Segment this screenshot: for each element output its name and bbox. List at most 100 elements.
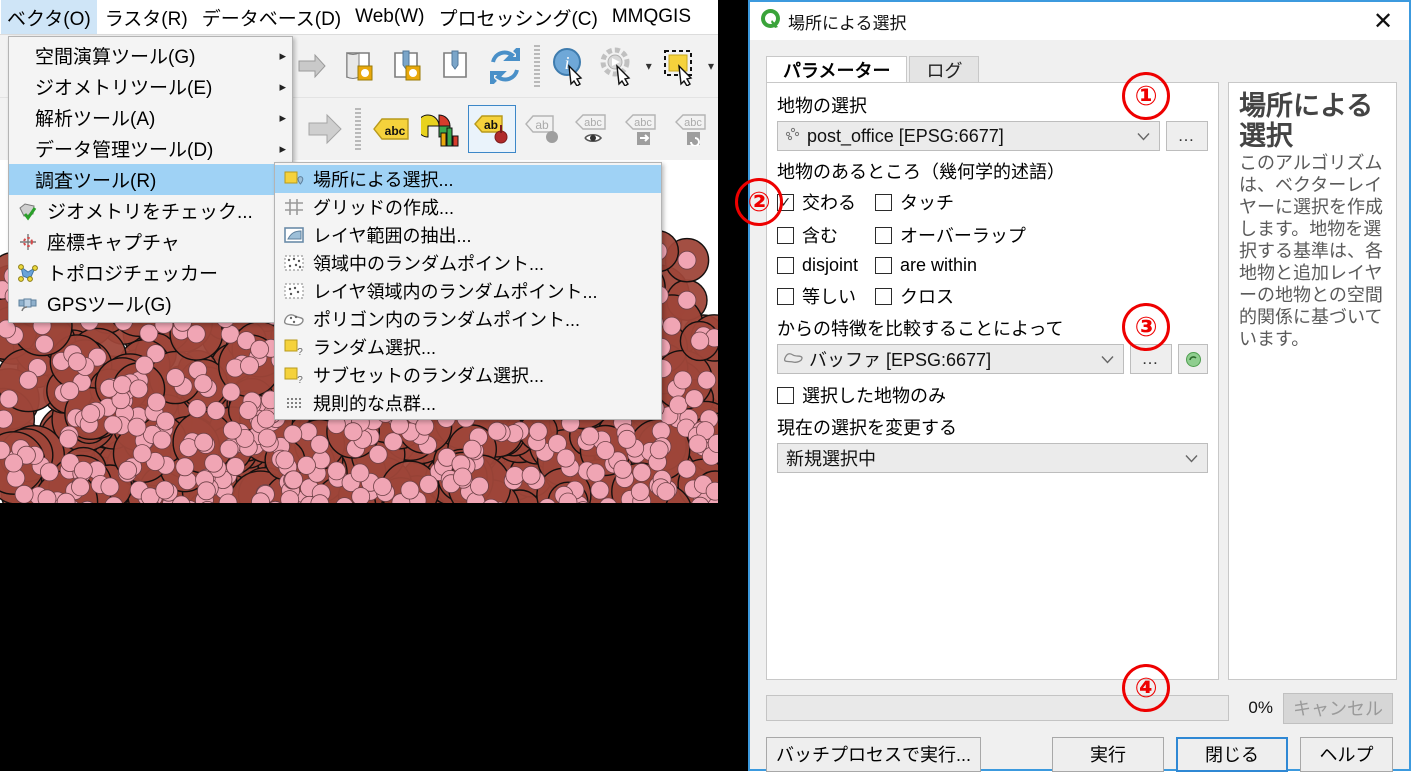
new-geopackage-layer-icon[interactable] — [386, 43, 430, 89]
menu-item-geometry-tools[interactable]: ジオメトリツール(E) ▸ — [9, 71, 292, 102]
select-by-location-icon — [281, 168, 307, 190]
submenu-item-regular-points[interactable]: 規則的な点群... — [275, 389, 661, 417]
random-selection-subset-icon: ? — [281, 364, 307, 386]
new-shapefile-layer-icon[interactable] — [338, 43, 382, 89]
menu-item-label: GPSツール(G) — [47, 295, 172, 316]
menu-item-research-tools[interactable]: 調査ツール(R) ▸ — [9, 164, 292, 195]
menu-item-analysis-tools[interactable]: 解析ツール(A) ▸ — [9, 102, 292, 133]
layer-labeling-icon[interactable]: abc — [368, 106, 414, 152]
menu-database[interactable]: データベース(D) — [196, 0, 347, 35]
coordinate-capture-icon — [15, 231, 41, 253]
submenu-item-random-points-in-extent[interactable]: 領域中のランダムポイント... — [275, 249, 661, 277]
tab-parameters[interactable]: パラメーター — [766, 56, 908, 83]
menu-raster[interactable]: ラスタ(R) — [99, 0, 194, 35]
selected-features-only-label: 選択した地物のみ — [802, 386, 946, 406]
predicate-label-text: disjoint — [802, 255, 859, 275]
submenu-item-random-selection-subset[interactable]: ? サブセットのランダム選択... — [275, 361, 661, 389]
predicate-cross[interactable]: クロス — [875, 283, 1208, 309]
selected-features-only-checkbox[interactable]: 選択した地物のみ — [777, 382, 1208, 408]
annotation-2: ② — [735, 178, 783, 226]
checkbox-icon — [875, 257, 892, 274]
intersect-layer-combo[interactable]: バッファ [EPSG:6677] — [777, 344, 1124, 374]
close-button[interactable]: 閉じる — [1176, 736, 1288, 772]
move-label-icon[interactable]: abc — [620, 106, 666, 152]
run-as-batch-process-button[interactable]: バッチプロセスで実行... — [766, 736, 981, 772]
menu-item-geoprocessing[interactable]: 空間演算ツール(G) ▸ — [9, 40, 292, 71]
predicate-label-text: オーバーラップ — [900, 226, 1026, 246]
label-toolbar-grip[interactable] — [354, 108, 362, 150]
run-feature-action-icon[interactable] — [596, 43, 640, 89]
menu-web[interactable]: Web(W) — [349, 2, 430, 32]
submenu-item-extract-layer-extent[interactable]: レイヤ範囲の抽出... — [275, 221, 661, 249]
menu-item-check-geometry[interactable]: ジオメトリをチェック... — [9, 195, 292, 226]
close-icon[interactable]: ✕ — [1357, 2, 1409, 40]
run-button[interactable]: 実行 — [1052, 736, 1164, 772]
help-button[interactable]: ヘルプ — [1300, 736, 1393, 772]
predicate-overlap[interactable]: オーバーラップ — [875, 222, 1208, 248]
highlight-pinned-labels-icon[interactable]: ab — [520, 106, 566, 152]
input-layer-combo[interactable]: post_office [EPSG:6677] — [777, 121, 1160, 151]
submenu-item-random-selection[interactable]: ? ランダム選択... — [275, 333, 661, 361]
new-spatialite-layer-icon[interactable] — [434, 43, 478, 89]
predicate-disjoint[interactable]: disjoint — [777, 255, 875, 276]
submenu-arrow-icon: ▸ — [279, 109, 286, 125]
cancel-button[interactable]: キャンセル — [1283, 692, 1393, 724]
regular-points-icon — [281, 392, 307, 414]
toolbar-grip[interactable] — [533, 45, 541, 87]
submenu-arrow-icon: ▸ — [279, 78, 286, 94]
predicate-intersect[interactable]: ✓ 交わる — [777, 189, 875, 215]
random-selection-icon: ? — [281, 336, 307, 358]
dialog-body: パラメーター ログ 地物の選択 post_office [EPSG:6677] — [750, 40, 1409, 772]
menu-item-label: 調査ツール(R) — [35, 171, 157, 192]
random-points-in-extent-icon — [281, 252, 307, 274]
submenu-item-select-by-location[interactable]: 場所による選択... — [275, 165, 661, 193]
checkbox-icon — [777, 287, 794, 305]
menu-item-topology-checker[interactable]: トポロジチェッカー — [9, 257, 292, 288]
predicate-are-within[interactable]: are within — [875, 255, 1208, 276]
svg-text:?: ? — [297, 347, 303, 357]
toolbar-arrow-icon[interactable] — [290, 43, 334, 89]
menu-mmqgis[interactable]: MMQGIS — [606, 2, 697, 32]
checkbox-icon — [777, 257, 794, 274]
dialog-title-bar[interactable]: 場所による選択 ✕ — [750, 2, 1409, 40]
submenu-item-create-grid[interactable]: グリッドの作成... — [275, 193, 661, 221]
rotate-label-icon[interactable]: abc — [670, 106, 716, 152]
dialog-title: 場所による選択 — [788, 13, 907, 33]
checkbox-icon — [777, 386, 794, 404]
menu-item-label: ジオメトリをチェック... — [47, 202, 253, 223]
action-dropdown-arrow-icon[interactable]: ▾ — [646, 59, 652, 73]
iterate-over-features-icon[interactable] — [1178, 344, 1208, 374]
modify-selection-combo[interactable]: 新規選択中 — [777, 443, 1208, 473]
tab-log[interactable]: ログ — [909, 56, 980, 83]
pin-labels-icon[interactable]: ab — [468, 105, 517, 153]
screen: ベクタ(O) ラスタ(R) データベース(D) Web(W) プロセッシング(C… — [0, 0, 1411, 772]
input-layer-more-button[interactable]: … — [1166, 121, 1208, 151]
diagram-icon[interactable] — [418, 106, 464, 152]
menu-item-data-management-tools[interactable]: データ管理ツール(D) ▸ — [9, 133, 292, 164]
submenu-item-label: 領域中のランダムポイント... — [313, 254, 545, 274]
show-hide-labels-icon[interactable]: abc — [570, 106, 616, 152]
help-title: 場所による選択 — [1239, 91, 1374, 152]
submenu-item-random-points-in-polygons[interactable]: ポリゴン内のランダムポイント... — [275, 305, 661, 333]
menu-vector[interactable]: ベクタ(O) — [1, 0, 97, 35]
refresh-icon[interactable] — [483, 43, 527, 89]
submenu-item-random-points-in-layer-extent[interactable]: レイヤ領域内のランダムポイント... — [275, 277, 661, 305]
menu-item-label: 空間演算ツール(G) — [35, 47, 196, 68]
menu-processing[interactable]: プロセッシング(C) — [432, 0, 603, 35]
menu-item-coordinate-capture[interactable]: 座標キャプチャ — [9, 226, 292, 257]
menu-item-label: トポロジチェッカー — [47, 264, 219, 285]
polygon-layer-icon — [783, 349, 803, 370]
predicate-touch[interactable]: タッチ — [875, 189, 1208, 215]
menu-item-gps-tools[interactable]: GPSツール(G) — [9, 288, 292, 319]
select-dropdown-arrow-icon[interactable]: ▾ — [708, 59, 714, 73]
predicate-label-text: 含む — [802, 226, 838, 246]
predicate-label-text: 交わる — [802, 193, 856, 213]
topology-checker-icon — [15, 262, 41, 284]
predicate-contain[interactable]: 含む — [777, 222, 875, 248]
big-arrow-icon[interactable] — [302, 106, 348, 152]
svg-text:abc: abc — [584, 117, 602, 129]
identify-features-icon[interactable]: i — [547, 43, 591, 89]
predicate-label-text: タッチ — [900, 193, 954, 213]
predicate-equal[interactable]: 等しい — [777, 283, 875, 309]
select-features-icon[interactable] — [658, 43, 702, 89]
